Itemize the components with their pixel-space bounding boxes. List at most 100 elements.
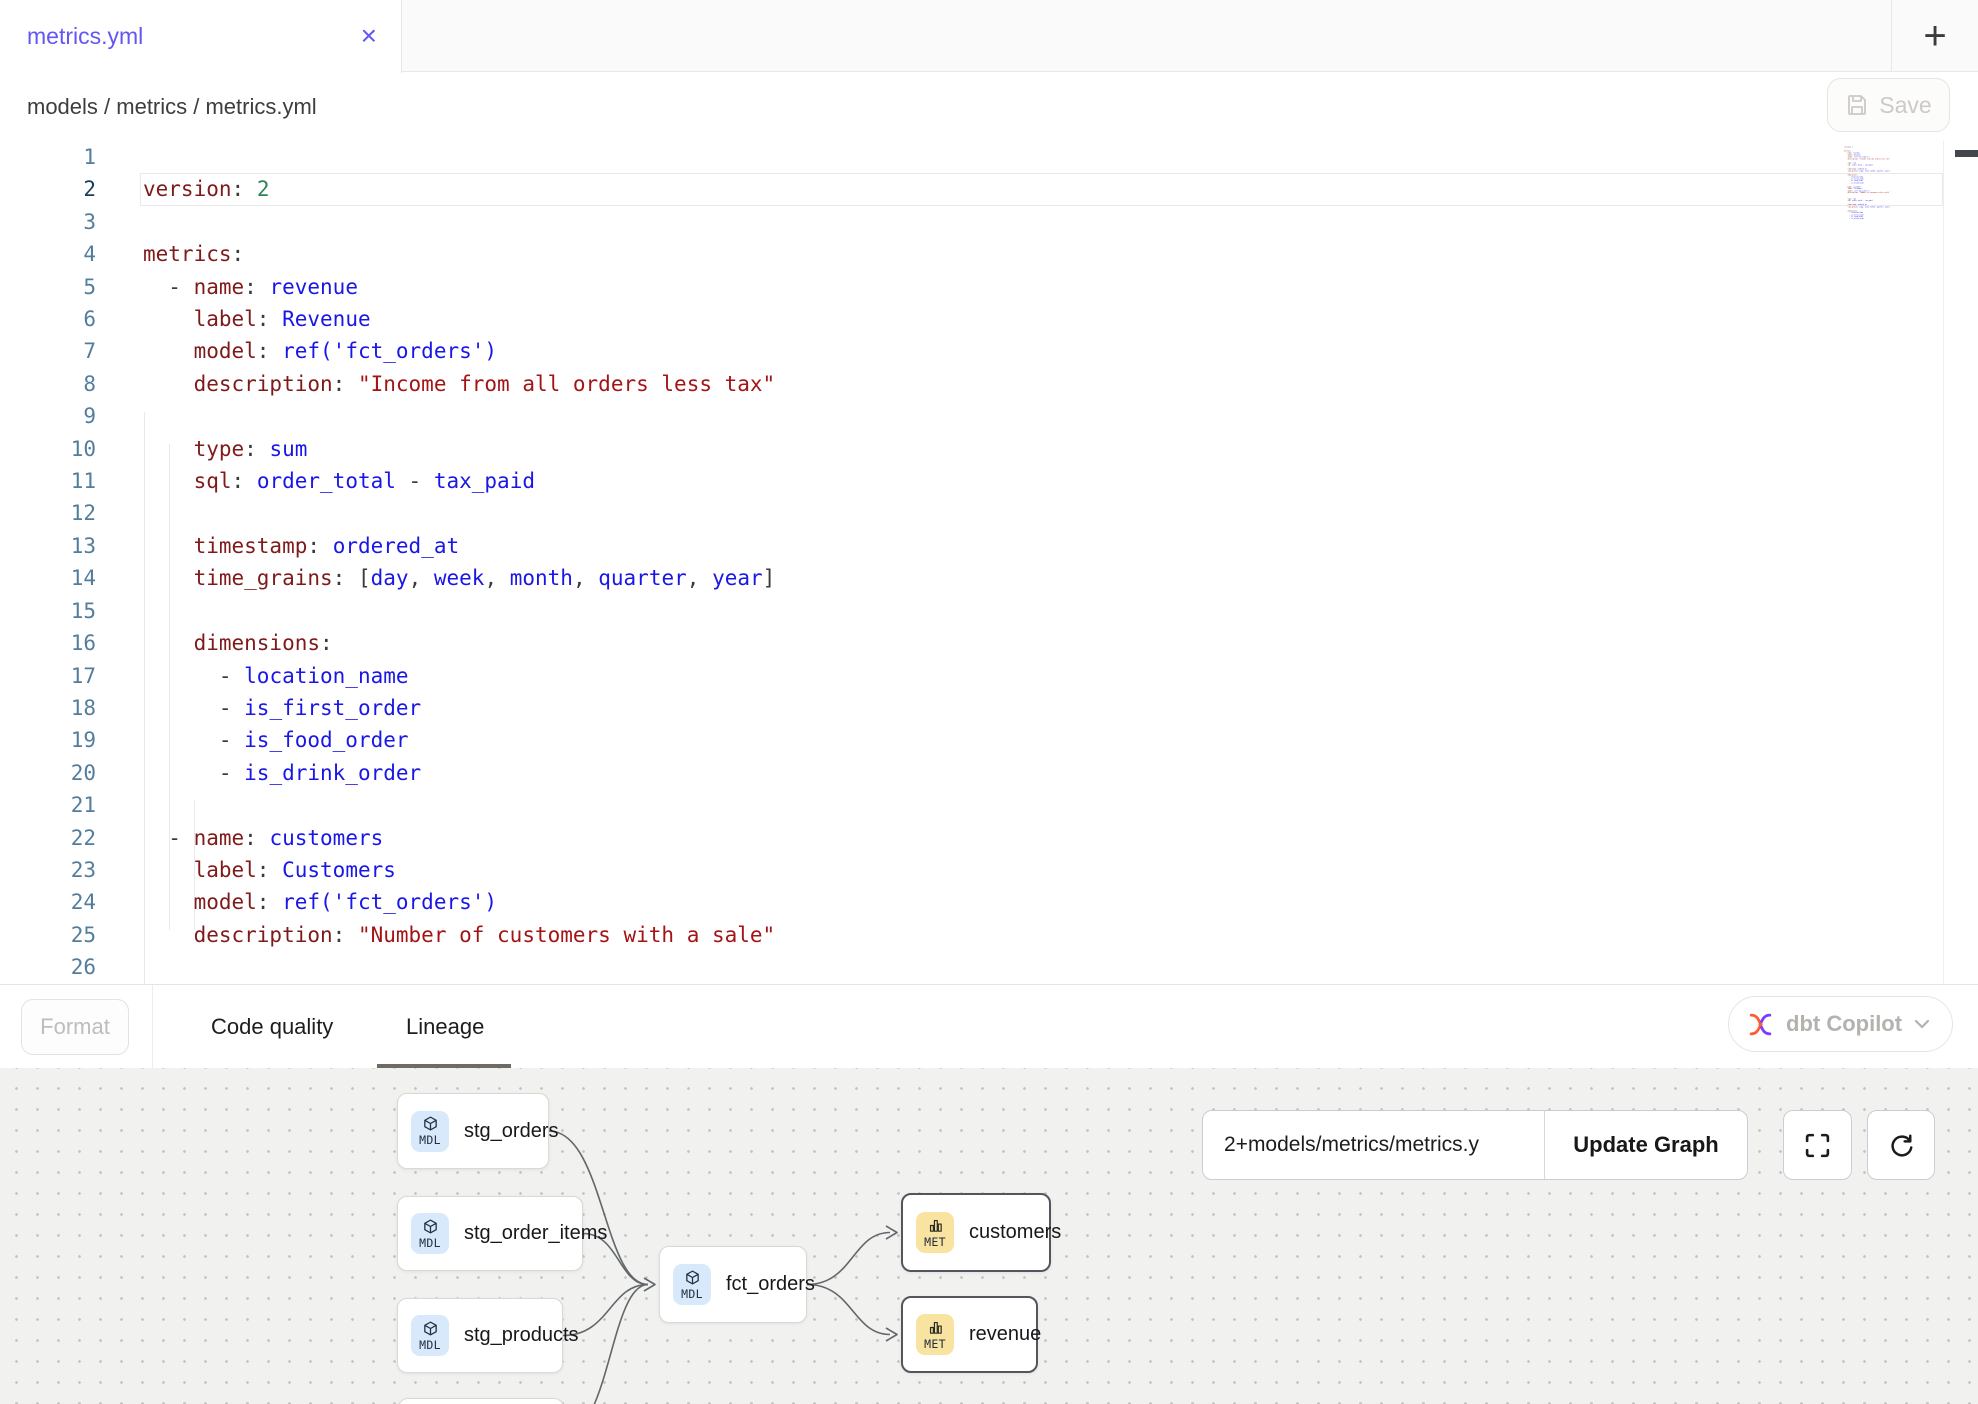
divider bbox=[152, 985, 153, 1069]
line-number: 16 bbox=[0, 627, 96, 659]
line-number: 5 bbox=[0, 271, 96, 303]
minimap[interactable]: version: 2 metrics: - name: revenue labe… bbox=[1844, 144, 1954, 234]
model-cube-icon bbox=[684, 1269, 701, 1286]
minimap-border bbox=[1943, 141, 1944, 984]
node-label: fct_orders bbox=[726, 1273, 815, 1296]
line-number: 7 bbox=[0, 335, 96, 367]
line-numbers: 1234567891011121314151617181920212223242… bbox=[0, 141, 96, 984]
scrollbar-thumb[interactable] bbox=[1955, 150, 1978, 157]
lineage-node-stg_orders[interactable]: MDLstg_orders bbox=[397, 1093, 549, 1169]
node-badge-mdl: MDL bbox=[411, 1213, 449, 1254]
code-line bbox=[143, 951, 775, 983]
node-label: stg_products bbox=[464, 1324, 579, 1347]
lineage-node-revenue[interactable]: MET revenue bbox=[901, 1296, 1038, 1373]
code-line: - name: revenue bbox=[143, 271, 775, 303]
node-label: revenue bbox=[969, 1323, 1041, 1346]
breadcrumb: models / metrics / metrics.yml bbox=[27, 73, 317, 141]
chevron-down-icon bbox=[1914, 1019, 1930, 1029]
refresh-icon bbox=[1887, 1131, 1915, 1159]
plus-icon: + bbox=[1923, 14, 1946, 59]
code-line: description: "Number of customers with a… bbox=[143, 919, 775, 951]
dbt-logo-icon bbox=[1747, 1011, 1774, 1038]
line-number: 23 bbox=[0, 854, 96, 886]
node-badge-met: MET bbox=[916, 1212, 954, 1253]
selector-input[interactable]: 2+models/metrics/metrics.y bbox=[1203, 1111, 1545, 1179]
code-line: dimensions: bbox=[143, 627, 775, 659]
code-line: model: ref('fct_orders') bbox=[143, 886, 775, 918]
format-button[interactable]: Format bbox=[21, 999, 129, 1055]
graph-selector-group: 2+models/metrics/metrics.y Update Graph bbox=[1202, 1110, 1748, 1180]
lineage-node-customers[interactable]: METcustomers bbox=[901, 1193, 1051, 1272]
close-icon[interactable]: × bbox=[361, 0, 377, 72]
line-number: 8 bbox=[0, 368, 96, 400]
code-line bbox=[143, 497, 775, 529]
ide-window: metrics.yml × + models / metrics / metri… bbox=[0, 0, 1978, 1404]
lineage-node-partial_node[interactable]: MDL bbox=[398, 1398, 564, 1404]
code-line bbox=[143, 400, 775, 432]
line-number: 15 bbox=[0, 595, 96, 627]
metric-chart-icon bbox=[927, 1319, 944, 1336]
code-line: - is_drink_order bbox=[143, 757, 775, 789]
code-line: time_grains: [day, week, month, quarter,… bbox=[143, 562, 775, 594]
line-number: 4 bbox=[0, 238, 96, 270]
lineage-node-stg_products[interactable]: MDLstg_products bbox=[397, 1298, 563, 1373]
node-label: stg_orders bbox=[464, 1120, 559, 1143]
line-number: 11 bbox=[0, 465, 96, 497]
line-number: 24 bbox=[0, 886, 96, 918]
line-number: 19 bbox=[0, 724, 96, 756]
line-number: 20 bbox=[0, 757, 96, 789]
breadcrumb-row: models / metrics / metrics.yml Save bbox=[0, 73, 1978, 141]
lineage-node-stg_order_items[interactable]: MDLstg_order_items bbox=[397, 1196, 583, 1271]
node-label: stg_order_items bbox=[464, 1222, 607, 1245]
code-editor[interactable]: 1234567891011121314151617181920212223242… bbox=[0, 141, 1978, 984]
copilot-label: dbt Copilot bbox=[1786, 1011, 1902, 1037]
node-badge-met: MET bbox=[916, 1314, 954, 1355]
line-number: 22 bbox=[0, 822, 96, 854]
tab-bar: metrics.yml × + bbox=[0, 0, 1978, 72]
code-line: - is_food_order bbox=[143, 724, 775, 756]
tab-title: metrics.yml bbox=[27, 23, 143, 50]
code-line bbox=[143, 595, 775, 627]
line-number: 3 bbox=[0, 206, 96, 238]
code-line: version: 2 bbox=[143, 173, 775, 205]
update-graph-button[interactable]: Update Graph bbox=[1545, 1111, 1747, 1179]
model-cube-icon bbox=[422, 1115, 439, 1132]
code-line: - is_first_order bbox=[143, 692, 775, 724]
code-line: sql: order_total - tax_paid bbox=[143, 465, 775, 497]
lineage-node-fct_orders[interactable]: MDLfct_orders bbox=[659, 1246, 807, 1323]
line-number: 25 bbox=[0, 919, 96, 951]
line-number: 26 bbox=[0, 951, 96, 983]
code-line: - location_name bbox=[143, 660, 775, 692]
save-label: Save bbox=[1879, 92, 1931, 119]
code-content: version: 2 metrics: - name: revenue labe… bbox=[143, 141, 775, 984]
metric-chart-icon bbox=[927, 1217, 944, 1234]
tab-metrics-yml[interactable]: metrics.yml × bbox=[0, 0, 402, 73]
code-line: label: Customers bbox=[143, 854, 775, 886]
line-number: 2 bbox=[0, 173, 96, 205]
node-badge-mdl: MDL bbox=[411, 1315, 449, 1356]
new-tab-button[interactable]: + bbox=[1891, 0, 1978, 72]
line-number: 17 bbox=[0, 660, 96, 692]
fullscreen-button[interactable] bbox=[1783, 1110, 1852, 1180]
code-line: - name: customers bbox=[143, 822, 775, 854]
save-icon bbox=[1845, 93, 1869, 117]
model-cube-icon bbox=[422, 1320, 439, 1337]
node-badge-mdl: MDL bbox=[673, 1264, 711, 1305]
code-line: timestamp: ordered_at bbox=[143, 530, 775, 562]
line-number: 10 bbox=[0, 433, 96, 465]
save-button[interactable]: Save bbox=[1827, 78, 1950, 132]
dbt-copilot-button[interactable]: dbt Copilot bbox=[1728, 996, 1953, 1052]
code-line: type: sum bbox=[143, 433, 775, 465]
code-line bbox=[143, 206, 775, 238]
tab-lineage[interactable]: Lineage bbox=[406, 985, 484, 1069]
node-badge-mdl: MDL bbox=[411, 1111, 449, 1152]
code-line: model: ref('fct_orders') bbox=[143, 335, 775, 367]
tab-code-quality[interactable]: Code quality bbox=[211, 985, 333, 1069]
code-line bbox=[143, 141, 775, 173]
refresh-button[interactable] bbox=[1867, 1110, 1935, 1180]
line-number: 18 bbox=[0, 692, 96, 724]
line-number: 6 bbox=[0, 303, 96, 335]
line-number: 1 bbox=[0, 141, 96, 173]
model-cube-icon bbox=[422, 1218, 439, 1235]
lineage-canvas[interactable]: MDLstg_ordersMDLstg_order_itemsMDLstg_pr… bbox=[0, 1068, 1978, 1404]
